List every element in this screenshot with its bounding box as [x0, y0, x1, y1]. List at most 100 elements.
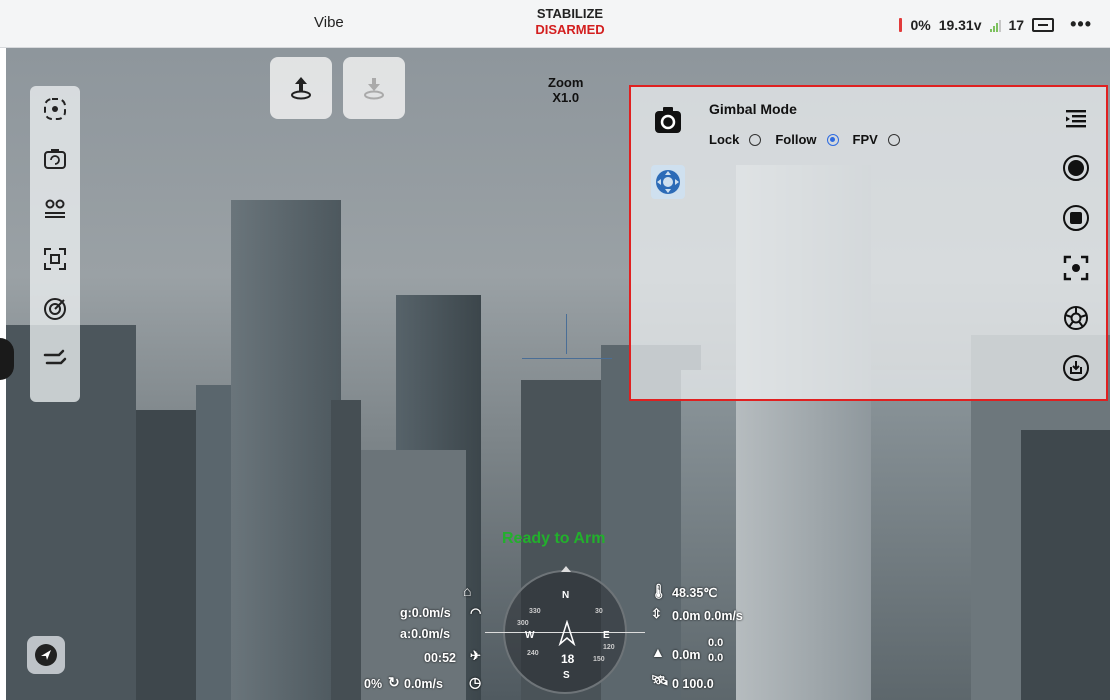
tool-target-button[interactable]: [38, 92, 72, 126]
battery-bar-icon: [899, 17, 903, 32]
gimbal-option-follow-radio[interactable]: [826, 133, 839, 146]
flight-route-icon: [43, 349, 67, 365]
gimbal-mode-options: Lock Follow FPV: [709, 132, 900, 147]
send-location-button[interactable]: [27, 636, 65, 674]
flight-mode-indicator[interactable]: STABILIZE DISARMED: [530, 6, 610, 38]
more-menu-icon[interactable]: •••: [1070, 14, 1092, 35]
tool-radar-button[interactable]: [38, 292, 72, 326]
propeller-icon: ↻: [388, 674, 400, 690]
compass-tick-150: 150: [593, 656, 605, 663]
gimbal-control-panel: Gimbal Mode Lock Follow FPV: [629, 85, 1108, 401]
aperture-button[interactable]: [1059, 301, 1093, 335]
frame-icon: [44, 248, 66, 270]
gimbal-option-fpv-label: FPV: [852, 132, 878, 147]
compass: N S W E 330 30 300 120 240 150 18: [485, 566, 645, 694]
ground-speed: g:0.0m/s: [400, 606, 451, 620]
crosshair-vertical: [566, 314, 567, 354]
altitude-sub-bottom: 0.0: [708, 652, 724, 664]
thermometer-icon: 🌡: [650, 583, 668, 599]
building: [136, 410, 196, 700]
compass-top-marker: [561, 566, 571, 572]
camera-switch-icon: [44, 149, 66, 169]
takeoff-icon: [291, 77, 311, 100]
target-icon: [44, 98, 66, 120]
zoom-label: Zoom: [548, 75, 584, 90]
satellite-icon: 🛰: [651, 672, 669, 688]
air-speed: a:0.0m/s: [400, 627, 451, 641]
satellite-count: 17: [1008, 16, 1025, 33]
waypoints-icon: [45, 199, 65, 218]
signal-icon: [989, 18, 1001, 32]
gimbal-joystick-icon: [656, 170, 680, 194]
voltage: 19.31v: [938, 16, 982, 33]
aperture-icon: [1064, 306, 1088, 330]
building: [331, 400, 361, 700]
building: [1021, 430, 1110, 700]
gimbal-option-lock-label: Lock: [709, 132, 740, 147]
temperature: 48.35℃: [672, 586, 718, 600]
land-button[interactable]: [343, 57, 405, 119]
menu-collapse-icon: [1066, 110, 1086, 128]
gimbal-option-follow-label: Follow: [775, 132, 817, 147]
menu-collapse-button[interactable]: [1059, 101, 1093, 135]
camera-icon: [655, 107, 681, 133]
throttle-percent: 0%: [364, 677, 383, 691]
compass-tick-240: 240: [527, 650, 539, 657]
zoom-value: X1.0: [552, 90, 580, 105]
altitude: 0.0m: [672, 648, 701, 662]
tool-flight-button[interactable]: [38, 342, 72, 376]
compass-north: N: [562, 590, 570, 601]
record-video-button[interactable]: [1059, 151, 1093, 185]
aircraft-icon: ✈: [470, 648, 481, 663]
vertical-speed: 0.0m/s: [404, 677, 443, 691]
compass-tick-30: 30: [595, 608, 603, 615]
flight-time: 00:52: [424, 651, 456, 665]
zoom-indicator: Zoom X1.0: [548, 75, 583, 105]
arm-state: DISARMED: [535, 22, 605, 37]
land-icon: [364, 78, 384, 100]
gimbal-option-fpv-radio[interactable]: [887, 133, 900, 146]
tool-frame-button[interactable]: [38, 242, 72, 276]
building: [231, 200, 341, 700]
ready-status-text: Ready to Arm: [502, 530, 606, 547]
gps-info: 0 100.0: [672, 677, 714, 691]
focus-icon: [1063, 255, 1089, 281]
record-icon: [1063, 155, 1089, 181]
gimbal-mode-title: Gimbal Mode: [709, 101, 797, 117]
compass-tick-300: 300: [517, 620, 529, 627]
stop-record-button[interactable]: [1059, 201, 1093, 235]
send-icon: [35, 644, 57, 666]
download-button[interactable]: [1059, 351, 1093, 385]
takeoff-button[interactable]: [270, 57, 332, 119]
download-icon: [1063, 355, 1089, 381]
status-cluster: 0% 19.31v 17 •••: [899, 14, 1092, 35]
stop-icon: [1063, 205, 1089, 231]
speedometer-icon: ◠: [470, 605, 482, 620]
battery-percent: 0%: [910, 16, 931, 33]
crosshair-horizontal: [522, 358, 612, 359]
mountain-icon: ▲: [651, 644, 665, 660]
radar-icon: [44, 298, 66, 320]
compass-heading: 18: [561, 652, 575, 666]
gimbal-option-lock-radio[interactable]: [749, 133, 762, 146]
left-toolbar: [30, 86, 80, 402]
compass-tick-330: 330: [529, 608, 541, 615]
height-speed: 0.0m 0.0m/s: [672, 609, 743, 623]
compass-tick-120: 120: [603, 644, 615, 651]
heading-arrow-icon: [558, 620, 576, 646]
height-icon: ⇳: [651, 606, 662, 621]
home-distance-icon: ⌂: [463, 583, 472, 599]
compass-south: S: [563, 670, 570, 681]
flight-mode: STABILIZE: [536, 6, 604, 21]
tool-waypoints-button[interactable]: [38, 192, 72, 226]
compass-west: W: [525, 630, 535, 641]
altitude-sub-top: 0.0: [708, 637, 724, 649]
tool-camera-switch-button[interactable]: [38, 142, 72, 176]
compass-east: E: [603, 630, 610, 641]
app-name: Vibe: [314, 14, 344, 31]
clock-icon: ◷: [469, 674, 482, 690]
gimbal-joystick-button[interactable]: [651, 165, 685, 199]
link-icon[interactable]: [1032, 17, 1055, 32]
camera-button[interactable]: [651, 103, 685, 137]
focus-button[interactable]: [1059, 251, 1093, 285]
